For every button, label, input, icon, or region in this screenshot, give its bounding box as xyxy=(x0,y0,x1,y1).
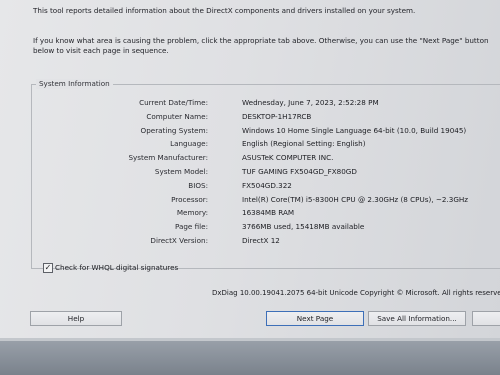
info-label: System Model: xyxy=(154,167,208,176)
info-label: Processor: xyxy=(171,194,208,204)
info-label: Computer Name: xyxy=(146,111,208,121)
info-value: DirectX 12 xyxy=(242,236,280,245)
info-label: System Manufacturer: xyxy=(128,153,208,163)
info-label: Operating System: xyxy=(140,125,208,135)
save-all-information-button[interactable]: Save All Information... xyxy=(368,311,466,326)
intro-text-1: This tool reports detailed information a… xyxy=(33,6,416,15)
info-label: Memory: xyxy=(176,208,208,218)
whql-checkbox-label[interactable]: Check for WHQL digital signatures xyxy=(55,262,178,273)
info-value: TUF GAMING FX504GD_FX80GD xyxy=(242,167,357,176)
info-value: Wednesday, June 7, 2023, 2:52:28 PM xyxy=(242,98,379,107)
info-row-date: Current Date/Time: Wednesday, June 7, 20… xyxy=(32,97,500,109)
info-row-memory: Memory: 16384MB RAM xyxy=(32,207,500,219)
info-row-bios: BIOS: FX504GD.322 xyxy=(32,180,500,192)
info-value: Intel(R) Core(TM) i5-8300H CPU @ 2.30GHz… xyxy=(242,194,469,204)
dxdiag-window: This tool reports detailed information a… xyxy=(0,0,500,338)
info-label: Page file: xyxy=(174,222,208,232)
info-value: English (Regional Setting: English) xyxy=(242,139,366,149)
info-value: Windows 10 Home Single Language 64-bit (… xyxy=(242,125,467,135)
exit-button-partial[interactable] xyxy=(472,311,500,326)
info-value: DESKTOP-1H17RCB xyxy=(242,111,312,121)
info-value: FX504GD.322 xyxy=(242,180,292,190)
info-value: ASUSTeK COMPUTER INC. xyxy=(242,153,334,163)
info-row-os: Operating System: Windows 10 Home Single… xyxy=(32,125,500,137)
monitor-bezel xyxy=(0,338,500,375)
group-title: System Information xyxy=(36,79,113,89)
info-label: Current Date/Time: xyxy=(139,98,208,107)
info-row-computer-name: Computer Name: DESKTOP-1H17RCB xyxy=(32,111,500,123)
info-label: DirectX Version: xyxy=(150,236,208,245)
version-copyright-text: DxDiag 10.00.19041.2075 64-bit Unicode C… xyxy=(212,289,500,297)
info-label: BIOS: xyxy=(188,180,208,190)
info-label: Language: xyxy=(170,139,208,149)
info-row-language: Language: English (Regional Setting: Eng… xyxy=(32,138,500,150)
info-row-model: System Model: TUF GAMING FX504GD_FX80GD xyxy=(32,166,500,178)
info-row-manufacturer: System Manufacturer: ASUSTeK COMPUTER IN… xyxy=(32,152,500,164)
info-row-directx-version: DirectX Version: DirectX 12 xyxy=(32,235,500,247)
help-button[interactable]: Help xyxy=(30,311,122,326)
info-row-processor: Processor: Intel(R) Core(TM) i5-8300H CP… xyxy=(32,194,500,206)
intro-text-2: If you know what area is causing the pro… xyxy=(33,36,489,55)
whql-checkbox[interactable]: ✓ xyxy=(43,263,53,273)
bezel-edge xyxy=(0,338,500,341)
system-information-group: Current Date/Time: Wednesday, June 7, 20… xyxy=(31,84,500,269)
next-page-button[interactable]: Next Page xyxy=(266,311,364,326)
info-value: 3766MB used, 15418MB available xyxy=(242,222,365,232)
info-value: 16384MB RAM xyxy=(242,208,295,218)
info-row-page-file: Page file: 3766MB used, 15418MB availabl… xyxy=(32,221,500,233)
